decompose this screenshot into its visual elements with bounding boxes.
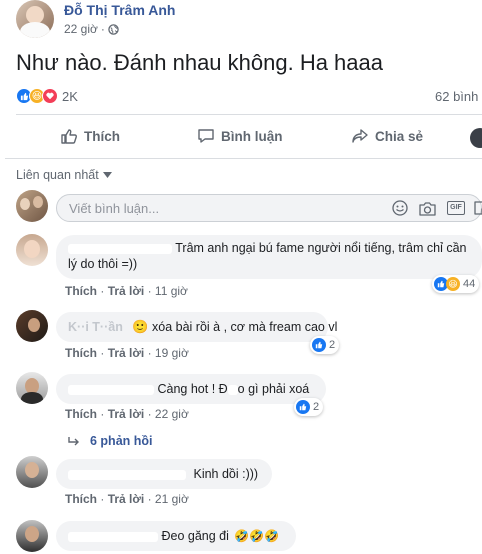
dot-separator: · <box>100 492 108 506</box>
comment-time[interactable]: 21 giờ <box>155 492 189 506</box>
reaction-count: 2 <box>329 339 336 351</box>
commenter-avatar[interactable] <box>16 520 48 552</box>
gif-icon[interactable]: GIF <box>447 201 465 215</box>
comment-reactions[interactable]: 😆 44 <box>432 275 480 293</box>
redacted-author-name <box>68 384 154 395</box>
love-reaction-icon <box>42 88 58 104</box>
sort-label: Liên quan nhất <box>16 168 99 182</box>
page-avatar-small[interactable] <box>470 128 482 148</box>
smile-emoji-icon: 🙂 <box>132 319 149 334</box>
comment-sort-dropdown[interactable]: Liên quan nhất <box>16 168 112 182</box>
reaction-count: 2K <box>62 88 78 104</box>
haha-reaction-icon: 😆 <box>446 277 460 291</box>
replies-count: 6 phản hồi <box>90 434 153 448</box>
comment-actions: Thích · Trả lời · 11 giờ <box>65 284 188 298</box>
comment-like-link[interactable]: Thích <box>65 407 97 421</box>
comment-actions: Thích · Trả lời · 21 giờ <box>65 492 189 506</box>
reaction-summary[interactable]: 😆 2K <box>16 88 78 104</box>
redacted-word <box>227 384 238 395</box>
comment-reply-link[interactable]: Trả lời <box>108 284 145 298</box>
like-reaction-icon <box>312 338 326 352</box>
dot-separator: · <box>147 346 155 360</box>
author-avatar[interactable] <box>16 0 54 38</box>
camera-icon[interactable] <box>419 201 436 216</box>
comment-button[interactable]: Bình luận <box>197 122 283 150</box>
dot-separator: · <box>100 284 108 298</box>
comment-count[interactable]: 62 bình <box>435 89 478 104</box>
comment-actions: Thích · Trả lời · 22 giờ <box>65 407 189 421</box>
dot-separator: · <box>147 492 155 506</box>
caret-down-icon <box>102 172 112 178</box>
share-icon <box>352 129 368 143</box>
comment-text-part: o gì phải xoá <box>237 382 310 396</box>
comment-actions: Thích · Trả lời · 19 giờ <box>65 346 189 360</box>
dot-separator: · <box>147 284 155 298</box>
comment-reply-link[interactable]: Trả lời <box>108 346 145 360</box>
commenter-avatar[interactable] <box>16 456 48 488</box>
comment-like-link[interactable]: Thích <box>65 346 97 360</box>
commenter-avatar[interactable] <box>16 234 48 266</box>
post-time[interactable]: 22 giờ <box>64 22 98 36</box>
comment-text: Đeo găng đi <box>161 529 229 543</box>
comment-button-label: Bình luận <box>221 128 283 144</box>
comment-reactions[interactable]: 2 <box>294 398 324 416</box>
dot-separator: · <box>100 407 108 421</box>
comment-bubble: Trâm anh ngại bú fame người nổi tiếng, t… <box>56 235 482 279</box>
post-text: Như nào. Đánh nhau không. Ha haaa <box>16 50 383 75</box>
redacted-author-name <box>68 469 186 480</box>
view-replies-link[interactable]: 6 phản hồi <box>68 434 153 448</box>
redacted-author-name <box>68 531 158 542</box>
globe-icon <box>108 23 119 35</box>
comment-like-link[interactable]: Thích <box>65 492 97 506</box>
emoji-icon[interactable] <box>392 200 408 216</box>
like-button-label: Thích <box>84 128 120 144</box>
dot-separator: · <box>147 407 155 421</box>
comment-bubble: Càng hot ! Đ o gì phải xoá <box>56 374 326 404</box>
comment-bubble: Kinh dồi :))) <box>56 459 272 489</box>
comment-reply-link[interactable]: Trả lời <box>108 407 145 421</box>
sticker-icon[interactable] <box>473 200 482 216</box>
comment-input-placeholder: Viết bình luận... <box>69 201 160 216</box>
share-button-label: Chia sẻ <box>375 128 424 144</box>
comment-reactions[interactable]: 2 <box>310 336 340 354</box>
comment-like-link[interactable]: Thích <box>65 284 97 298</box>
comment-bubble: K··i T··ần 🙂 xóa bài rồi à , cơ mà fream… <box>56 312 337 342</box>
commenter-avatar[interactable] <box>16 372 48 404</box>
comment-time[interactable]: 19 giờ <box>155 346 189 360</box>
comment-bubble: Đeo găng đi 🤣🤣🤣 <box>56 521 296 551</box>
current-user-avatar[interactable] <box>16 190 48 222</box>
comment-input[interactable]: Viết bình luận... GIF <box>56 194 482 222</box>
dot-separator: · <box>100 22 105 36</box>
divider <box>5 158 482 159</box>
dot-separator: · <box>100 346 108 360</box>
reply-arrow-icon <box>68 437 79 446</box>
commenter-avatar[interactable] <box>16 310 48 342</box>
comment-text: Kinh dồi :))) <box>193 467 259 481</box>
rofl-emoji-icon: 🤣🤣🤣 <box>234 529 280 543</box>
thumbs-up-icon <box>61 129 77 144</box>
reaction-count: 44 <box>463 278 476 290</box>
like-button[interactable]: Thích <box>60 122 120 150</box>
comment-reply-link[interactable]: Trả lời <box>108 492 145 506</box>
redacted-author-name <box>68 243 172 254</box>
post-meta: 22 giờ · <box>64 22 119 36</box>
author-name[interactable]: Đỗ Thị Trâm Anh <box>64 2 175 18</box>
comment-text: xóa bài rồi à , cơ mà fream cao vl <box>152 320 338 334</box>
comment-time[interactable]: 11 giờ <box>155 284 188 298</box>
share-button[interactable]: Chia sẻ <box>351 122 423 150</box>
reaction-count: 2 <box>313 401 320 413</box>
commenter-name[interactable]: K··i T··ần <box>68 320 123 334</box>
like-reaction-icon <box>296 400 310 414</box>
comment-icon <box>198 129 214 143</box>
divider <box>16 114 482 115</box>
comment-time[interactable]: 22 giờ <box>155 407 189 421</box>
comment-text-part: Càng hot ! Đ <box>157 382 228 396</box>
